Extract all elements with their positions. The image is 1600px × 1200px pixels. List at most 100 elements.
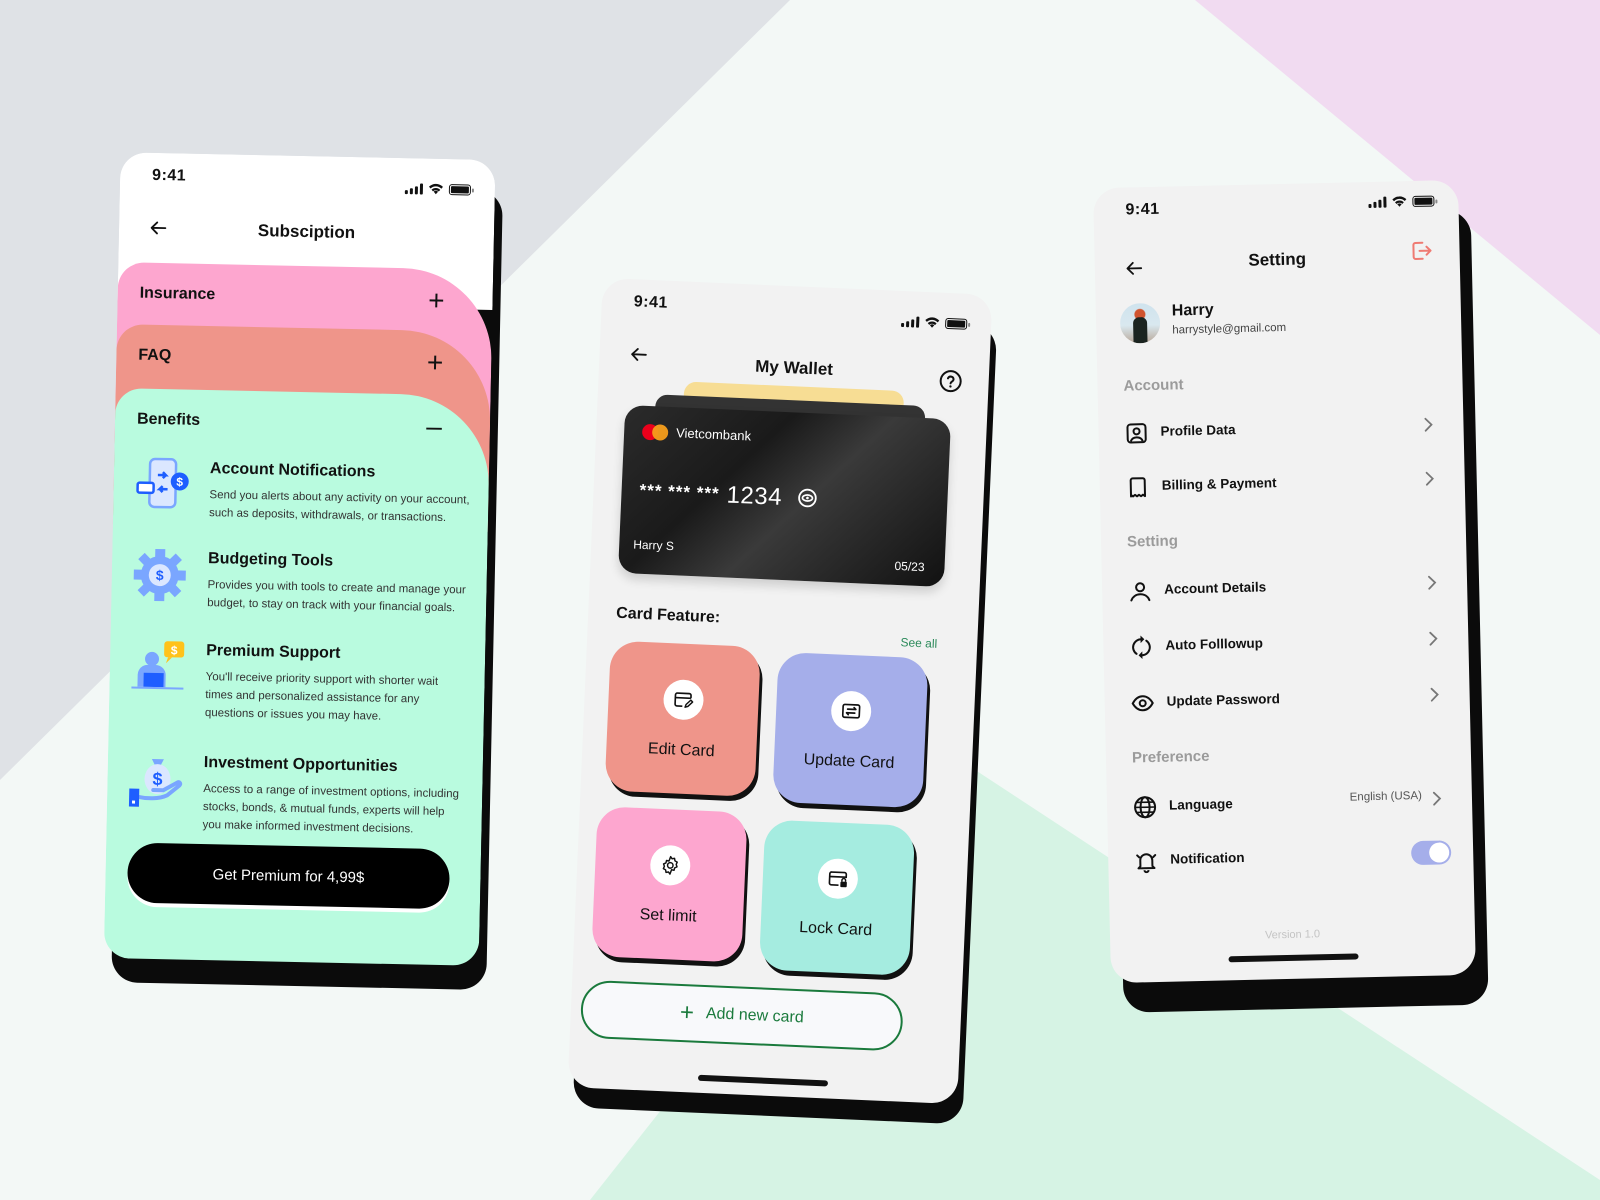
settings-item-label: Language bbox=[1168, 796, 1233, 813]
status-time: 9:41 bbox=[151, 166, 187, 185]
logout-icon[interactable] bbox=[1409, 239, 1434, 264]
add-new-card-button[interactable]: + Add new card bbox=[579, 979, 904, 1052]
user-email: harrystyle@gmail.com bbox=[1172, 321, 1287, 337]
feature-set-limit[interactable]: Set limit bbox=[591, 806, 748, 963]
wifi-icon bbox=[925, 317, 940, 328]
benefit-description: You'll receive priority support with sho… bbox=[204, 671, 439, 723]
settings-item-billing-payment[interactable]: Billing & Payment bbox=[1126, 466, 1444, 503]
signal-icon bbox=[901, 315, 920, 328]
user-profile[interactable]: Harry harrystyle@gmail.com bbox=[1119, 296, 1438, 347]
settings-item-account-details[interactable]: Account Details bbox=[1128, 570, 1446, 607]
settings-item-label: Notification bbox=[1170, 849, 1245, 867]
eye-icon bbox=[1131, 695, 1154, 712]
chevron-right-icon bbox=[1424, 417, 1433, 432]
home-indicator bbox=[1227, 953, 1359, 963]
nav-header: My Wallet bbox=[599, 336, 990, 393]
benefit-item: $ Investment Opportunities Access to a r… bbox=[126, 748, 467, 855]
feature-label: Edit Card bbox=[647, 740, 716, 761]
chevron-right-icon bbox=[1432, 791, 1442, 806]
status-bar: 9:41 bbox=[601, 278, 993, 345]
minus-icon[interactable]: – bbox=[426, 411, 442, 442]
chevron-right-icon bbox=[1429, 631, 1438, 646]
wallet-phone: 9:41 My Wallet Vietcombank *** *** *** 1… bbox=[567, 277, 998, 1125]
status-time: 9:41 bbox=[1125, 200, 1160, 219]
refresh-icon bbox=[1132, 635, 1151, 660]
phone-transfer-icon: $ bbox=[136, 457, 189, 509]
settings-phone: 9:41 Setting Harry harrystyle@gmail.com … bbox=[1093, 179, 1489, 1013]
language-value: English (USA) bbox=[1349, 789, 1423, 804]
status-bar: 9:41 bbox=[120, 152, 496, 210]
card-edit-icon bbox=[674, 692, 694, 708]
battery-icon bbox=[944, 317, 968, 330]
card-stack: Vietcombank *** *** *** 1234 Harry S 05/… bbox=[617, 381, 955, 599]
benefit-title: Investment Opportunities bbox=[203, 754, 398, 776]
subscription-screen: 9:41 Subsciption Insurance + FAQ + Benef… bbox=[103, 152, 496, 980]
mastercard-logo-icon bbox=[641, 423, 671, 441]
help-icon[interactable] bbox=[938, 369, 963, 394]
page-title: My Wallet bbox=[754, 356, 834, 379]
plus-icon[interactable]: + bbox=[427, 347, 444, 378]
subscription-phone: 9:41 Subsciption Insurance + FAQ + Benef… bbox=[103, 152, 503, 991]
benefit-description: Access to a range of investment options,… bbox=[202, 783, 460, 836]
settings-item-update-password[interactable]: Update Password bbox=[1130, 682, 1448, 719]
settings-item-label: Auto Folllowup bbox=[1165, 635, 1264, 653]
settings-item-label: Profile Data bbox=[1160, 422, 1236, 439]
nav-header: Setting bbox=[1094, 238, 1460, 286]
bank-name: Vietcombank bbox=[675, 425, 752, 444]
settings-item-label: Billing & Payment bbox=[1161, 475, 1277, 493]
svg-text:$: $ bbox=[152, 769, 162, 789]
card-number: *** *** *** 1234 bbox=[639, 478, 818, 514]
status-bar: 9:41 bbox=[1093, 180, 1459, 238]
globe-icon bbox=[1134, 796, 1157, 819]
benefit-title: Premium Support bbox=[206, 642, 341, 662]
page-title: Setting bbox=[1248, 249, 1307, 270]
settings-item-notification: Notification bbox=[1134, 840, 1452, 877]
settings-item-label: Account Details bbox=[1163, 579, 1267, 597]
status-time: 9:41 bbox=[633, 293, 669, 312]
benefit-item: $ Budgeting Tools Provides you with tool… bbox=[131, 544, 472, 631]
svg-text:$: $ bbox=[156, 567, 164, 583]
notification-toggle[interactable] bbox=[1410, 840, 1452, 866]
bell-ring-icon bbox=[1136, 853, 1157, 874]
battery-icon bbox=[448, 183, 472, 196]
section-label-preference: Preference bbox=[1131, 747, 1210, 767]
see-all-link[interactable]: See all bbox=[900, 635, 937, 651]
card-expiry: 05/23 bbox=[894, 558, 925, 575]
settings-item-auto-followup[interactable]: Auto Folllowup bbox=[1129, 626, 1447, 663]
support-agent-icon: $ bbox=[131, 641, 185, 690]
feature-label: Update Card bbox=[803, 751, 895, 773]
benefit-title: Budgeting Tools bbox=[207, 550, 334, 570]
eye-icon[interactable] bbox=[797, 488, 818, 509]
benefit-description: Send you alerts about any activity on yo… bbox=[208, 489, 470, 525]
gear-dollar-icon: $ bbox=[133, 548, 186, 602]
benefit-title: Account Notifications bbox=[209, 460, 376, 481]
chevron-right-icon bbox=[1428, 575, 1437, 590]
feature-update-card[interactable]: Update Card bbox=[772, 651, 929, 809]
settings-item-language[interactable]: Language English (USA) bbox=[1133, 786, 1451, 823]
settings-item-profile-data[interactable]: Profile Data bbox=[1124, 412, 1442, 449]
credit-card[interactable]: Vietcombank *** *** *** 1234 Harry S 05/… bbox=[618, 404, 952, 588]
accordion-title: Benefits bbox=[136, 410, 201, 429]
avatar bbox=[1119, 302, 1161, 344]
wifi-icon bbox=[428, 183, 443, 195]
settings-screen: 9:41 Setting Harry harrystyle@gmail.com … bbox=[1093, 179, 1476, 984]
signal-icon bbox=[404, 182, 424, 195]
accordion-title: FAQ bbox=[138, 346, 172, 365]
wifi-icon bbox=[1392, 196, 1407, 207]
gear-icon bbox=[662, 855, 678, 875]
plus-icon: + bbox=[679, 998, 695, 1027]
feature-label: Lock Card bbox=[798, 919, 873, 940]
home-indicator bbox=[697, 1074, 829, 1087]
benefit-item: $ Account Notifications Send you alerts … bbox=[133, 455, 474, 542]
plus-icon[interactable]: + bbox=[428, 285, 445, 316]
svg-text:$: $ bbox=[176, 475, 183, 489]
feature-label: Set limit bbox=[639, 906, 697, 926]
settings-item-label: Update Password bbox=[1166, 691, 1281, 709]
chevron-right-icon bbox=[1430, 687, 1439, 702]
get-premium-button[interactable]: Get Premium for 4,99$ bbox=[126, 842, 451, 910]
feature-edit-card[interactable]: Edit Card bbox=[604, 640, 761, 797]
chevron-right-icon bbox=[1425, 471, 1434, 486]
page-title: Subsciption bbox=[257, 221, 356, 243]
section-label-setting: Setting bbox=[1126, 532, 1179, 551]
feature-lock-card[interactable]: Lock Card bbox=[758, 819, 916, 976]
